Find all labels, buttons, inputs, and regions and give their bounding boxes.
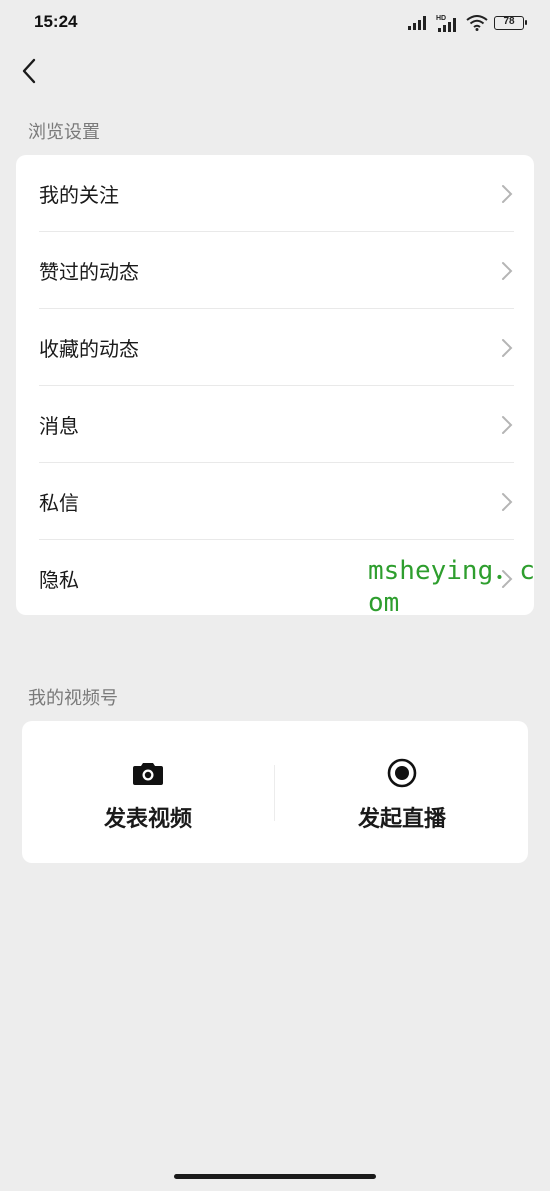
home-indicator[interactable] [174,1174,376,1179]
watermark-text: msheying．com [368,556,535,618]
post-video-label: 发表视频 [103,807,192,832]
signal-icon [408,16,426,30]
menu-item-saved-posts[interactable]: 收藏的动态 [16,309,534,386]
my-channel-card: 发表视频 发起直播 [22,721,528,863]
back-button[interactable] [12,54,46,88]
back-arrow-icon [22,58,36,84]
live-record-icon [386,757,418,789]
menu-item-label: 我的关注 [39,183,119,207]
my-channel-title: 我的视频号 [28,688,118,709]
menu-item-label: 赞过的动态 [39,260,139,284]
menu-item-messages[interactable]: 消息 [16,386,534,463]
menu-item-label: 私信 [39,491,79,515]
menu-item-following[interactable]: 我的关注 [16,155,534,232]
divider [274,765,275,821]
browse-settings-title: 浏览设置 [28,122,100,143]
chevron-right-icon [502,493,513,511]
browse-settings-card: 我的关注 赞过的动态 收藏的动态 消息 私信 隐私 [16,155,534,615]
status-icons: HD 78 [408,12,527,34]
chevron-right-icon [502,262,513,280]
status-bar: 15:24 HD 78 [0,0,550,48]
menu-item-label: 收藏的动态 [39,337,139,361]
chevron-right-icon [502,416,513,434]
menu-item-direct-messages[interactable]: 私信 [16,463,534,540]
menu-item-liked-posts[interactable]: 赞过的动态 [16,232,534,309]
wifi-icon [466,15,488,31]
svg-text:HD: HD [436,15,446,22]
hd-signal-icon: HD [436,15,456,32]
battery-icon: 78 [494,16,527,30]
battery-level: 78 [503,16,515,27]
status-time: 15:24 [34,12,78,31]
post-video-button[interactable]: 发表视频 [22,721,274,863]
chevron-right-icon [502,339,513,357]
menu-item-label: 隐私 [39,568,79,592]
start-live-label: 发起直播 [357,807,446,832]
start-live-button[interactable]: 发起直播 [276,721,528,863]
camera-icon [132,757,164,789]
menu-item-label: 消息 [39,414,79,438]
chevron-right-icon [502,185,513,203]
